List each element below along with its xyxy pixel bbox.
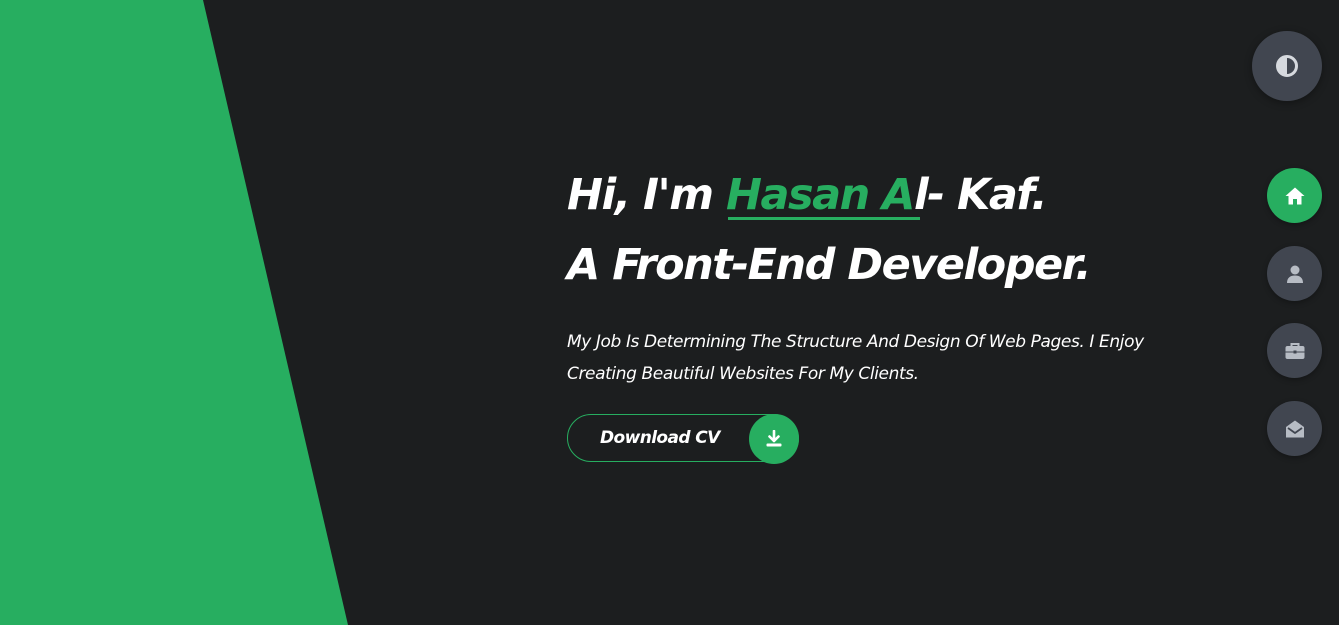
role-line: A Front-End Developer. xyxy=(567,240,1092,290)
greeting-line: Hi, I'm Hasan Al- Kaf. xyxy=(567,160,1207,230)
home-icon xyxy=(1284,186,1306,206)
name-highlight: Hasan A xyxy=(725,170,915,220)
name-underline xyxy=(727,217,920,220)
name-rest: l- Kaf. xyxy=(913,170,1048,220)
theme-toggle-button[interactable] xyxy=(1252,31,1322,101)
nav-contact-button[interactable] xyxy=(1267,401,1322,456)
nav-home-button[interactable] xyxy=(1267,168,1322,223)
download-icon xyxy=(749,414,799,464)
name-highlight-wrap: Hasan A xyxy=(725,160,920,230)
nav-about-button[interactable] xyxy=(1267,246,1322,301)
user-icon xyxy=(1285,264,1305,284)
hero-section: Hi, I'm Hasan Al- Kaf. A Front-End Devel… xyxy=(567,160,1207,464)
half-circle-contrast-icon xyxy=(1275,54,1299,78)
download-cv-button[interactable]: Download CV xyxy=(567,414,799,464)
greeting-prefix: Hi, I'm xyxy=(567,170,726,220)
briefcase-icon xyxy=(1284,341,1306,361)
home-page: Hi, I'm Hasan Al- Kaf. A Front-End Devel… xyxy=(0,0,1339,625)
hero-headline: Hi, I'm Hasan Al- Kaf. A Front-End Devel… xyxy=(567,160,1207,300)
download-cv-label: Download CV xyxy=(600,428,720,448)
nav-portfolio-button[interactable] xyxy=(1267,323,1322,378)
envelope-open-icon xyxy=(1284,419,1306,439)
intro-text: My Job Is Determining The Structure And … xyxy=(567,332,1144,384)
